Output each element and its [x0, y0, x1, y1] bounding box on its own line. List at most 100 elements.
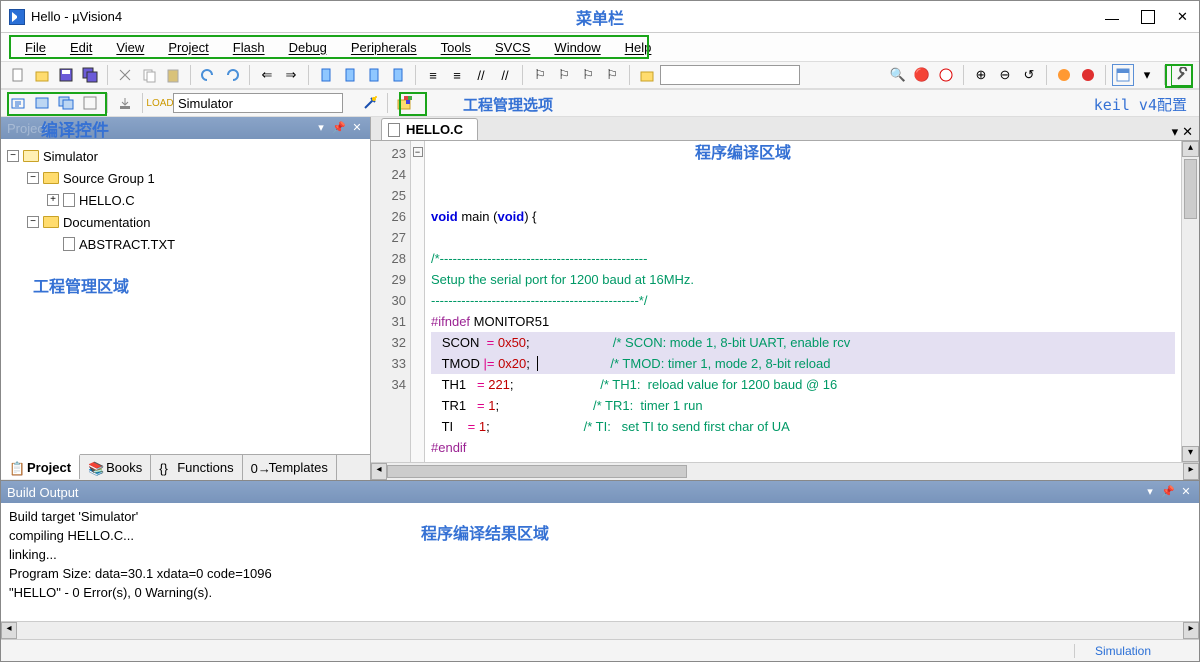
expand-icon[interactable]: + [47, 194, 59, 206]
zoom-in-icon[interactable]: ⊕ [970, 64, 992, 86]
editor-close-icon[interactable]: ✕ [1182, 124, 1193, 140]
menu-window[interactable]: Window [542, 36, 612, 59]
scroll-left-icon[interactable]: ◂ [1, 622, 17, 639]
rebuild-icon[interactable] [55, 92, 77, 114]
maximize-button[interactable] [1141, 10, 1155, 24]
code-area[interactable]: 程序编译区域 void main (void) { /*------------… [425, 141, 1181, 462]
tree-root[interactable]: − Simulator [7, 145, 364, 167]
breakpoint-icon[interactable]: 🔴 [911, 64, 933, 86]
collapse-icon[interactable]: − [27, 216, 39, 228]
redo-icon[interactable] [221, 64, 243, 86]
tree-group[interactable]: − Source Group 1 [7, 167, 364, 189]
dropdown-arrow-icon[interactable]: ▾ [1136, 64, 1158, 86]
editor-body[interactable]: 232425262728293031323334 − 程序编译区域 void m… [371, 141, 1199, 462]
download-icon[interactable] [114, 92, 136, 114]
nav-fwd-icon[interactable]: ⇒ [280, 64, 302, 86]
build-horizontal-scrollbar[interactable]: ◂ ▸ [1, 621, 1199, 639]
menu-peripherals[interactable]: Peripherals [339, 36, 429, 59]
tool-red-icon[interactable] [1077, 64, 1099, 86]
folder-browse-icon[interactable] [636, 64, 658, 86]
tool-orange-icon[interactable] [1053, 64, 1075, 86]
menu-project[interactable]: Project [156, 36, 220, 59]
scroll-left-icon[interactable]: ◂ [371, 463, 387, 480]
window-icon[interactable] [1112, 64, 1134, 86]
find-icon[interactable]: ⚐ [529, 64, 551, 86]
pane-close-icon[interactable]: ✕ [1179, 486, 1193, 498]
editor-tab-hello[interactable]: HELLO.C [381, 118, 478, 140]
find2-icon[interactable]: ⚐ [553, 64, 575, 86]
comment-icon[interactable]: // [470, 64, 492, 86]
target-icon[interactable]: LOAD [149, 92, 171, 114]
menu-view[interactable]: View [104, 36, 156, 59]
find4-icon[interactable]: ⚐ [601, 64, 623, 86]
save-icon[interactable] [55, 64, 77, 86]
pane-dropdown-icon[interactable]: ▾ [314, 122, 328, 134]
scroll-down-icon[interactable]: ▾ [1182, 446, 1199, 462]
close-button[interactable] [1177, 10, 1191, 24]
project-tree[interactable]: − Simulator − Source Group 1 + HELLO.C −… [1, 139, 370, 454]
menu-tools[interactable]: Tools [429, 36, 483, 59]
pane-pin-icon[interactable]: 📌 [332, 122, 346, 134]
outdent-icon[interactable]: ≡ [446, 64, 468, 86]
vertical-scrollbar[interactable]: ▴ ▾ [1181, 141, 1199, 462]
copy-icon[interactable] [138, 64, 160, 86]
undo-icon[interactable] [197, 64, 219, 86]
scroll-thumb[interactable] [1184, 159, 1197, 219]
find-combo[interactable] [660, 65, 800, 85]
menu-debug[interactable]: Debug [277, 36, 339, 59]
menu-flash[interactable]: Flash [221, 36, 277, 59]
collapse-icon[interactable]: − [7, 150, 19, 162]
bookmark3-icon[interactable] [363, 64, 385, 86]
minimize-button[interactable] [1105, 10, 1119, 24]
bookmark2-icon[interactable] [339, 64, 361, 86]
paste-icon[interactable] [162, 64, 184, 86]
scroll-track[interactable] [387, 463, 1183, 480]
indent-icon[interactable]: ≡ [422, 64, 444, 86]
menu-help[interactable]: Help [613, 36, 664, 59]
tree-file-c[interactable]: + HELLO.C [7, 189, 364, 211]
menu-edit[interactable]: Edit [58, 36, 104, 59]
batch-build-icon[interactable] [79, 92, 101, 114]
new-file-icon[interactable] [7, 64, 29, 86]
tree-doc-file[interactable]: ABSTRACT.TXT [7, 233, 364, 255]
target-combo[interactable]: Simulator [173, 93, 343, 113]
menu-file[interactable]: File [13, 36, 58, 59]
cut-icon[interactable] [114, 64, 136, 86]
tab-books[interactable]: 📚Books [80, 455, 151, 480]
tree-doc-group[interactable]: − Documentation [7, 211, 364, 233]
debug-icon[interactable]: 🔍 [887, 64, 909, 86]
uncomment-icon[interactable]: // [494, 64, 516, 86]
scroll-track[interactable] [17, 622, 1183, 639]
editor-dropdown-icon[interactable]: ▾ [1172, 124, 1179, 140]
nav-back-icon[interactable]: ⇐ [256, 64, 278, 86]
bookmark-icon[interactable] [315, 64, 337, 86]
build-icon[interactable] [31, 92, 53, 114]
pane-dropdown-icon[interactable]: ▾ [1143, 486, 1157, 498]
collapse-icon[interactable]: − [27, 172, 39, 184]
scroll-right-icon[interactable]: ▸ [1183, 622, 1199, 639]
fold-gutter[interactable]: − [411, 141, 425, 462]
scroll-right-icon[interactable]: ▸ [1183, 463, 1199, 480]
pane-pin-icon[interactable]: 📌 [1161, 486, 1175, 498]
options-icon[interactable] [359, 92, 381, 114]
wrench-icon[interactable] [1171, 64, 1193, 86]
find3-icon[interactable]: ⚐ [577, 64, 599, 86]
reset-zoom-icon[interactable]: ↺ [1018, 64, 1040, 86]
scroll-up-icon[interactable]: ▴ [1182, 141, 1199, 157]
build-output-body[interactable]: 程序编译结果区域 Build target 'Simulator'compili… [1, 503, 1199, 621]
menu-svcs[interactable]: SVCS [483, 36, 542, 59]
translate-icon[interactable] [7, 92, 29, 114]
fold-box-icon[interactable]: − [413, 147, 423, 157]
tab-templates[interactable]: 0→Templates [243, 455, 337, 480]
save-all-icon[interactable] [79, 64, 101, 86]
pane-close-icon[interactable]: ✕ [350, 122, 364, 134]
tab-project[interactable]: 📋Project [1, 454, 80, 479]
debug-run-icon[interactable] [935, 64, 957, 86]
open-file-icon[interactable] [31, 64, 53, 86]
manage-project-icon[interactable] [394, 92, 416, 114]
scroll-thumb[interactable] [387, 465, 687, 478]
horizontal-scrollbar[interactable]: ◂ ▸ [371, 462, 1199, 480]
zoom-out-icon[interactable]: ⊖ [994, 64, 1016, 86]
bookmark4-icon[interactable] [387, 64, 409, 86]
tab-functions[interactable]: {}Functions [151, 455, 242, 480]
